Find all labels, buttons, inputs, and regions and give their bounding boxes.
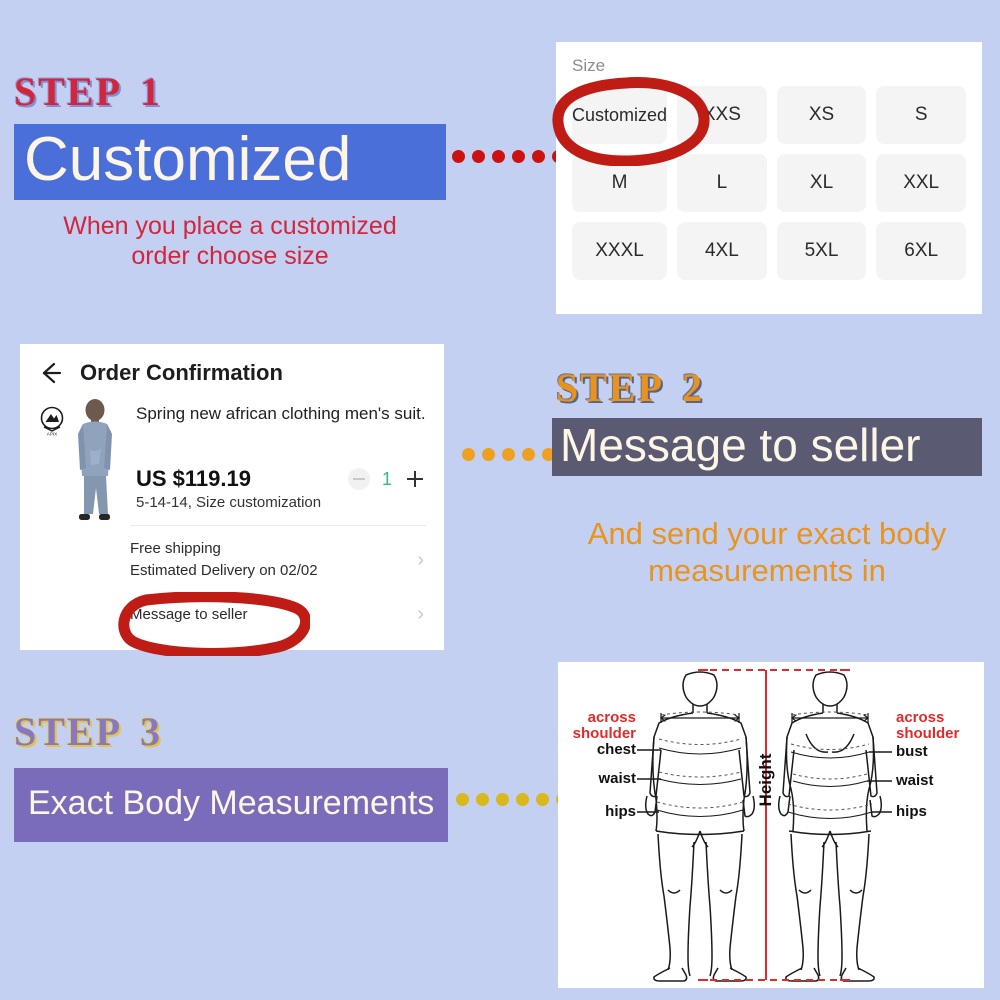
order-card-title: Order Confirmation bbox=[80, 360, 283, 385]
order-confirmation-card: Order Confirmation APIX Spring new afric… bbox=[20, 344, 444, 650]
step-1-banner: Customized bbox=[14, 124, 446, 200]
shipping-line-1: Free shipping bbox=[130, 540, 221, 557]
label-left-hips: hips bbox=[605, 803, 636, 820]
step-3-banner-text: Exact Body Measurements bbox=[28, 783, 435, 822]
back-arrow-icon[interactable] bbox=[38, 360, 64, 386]
svg-text:APIX: APIX bbox=[47, 432, 57, 437]
step-3-heading: STEP 3 bbox=[14, 712, 162, 752]
connector-dots-step-3 bbox=[456, 793, 569, 806]
step-3-heading-word: STEP bbox=[14, 709, 123, 754]
size-option-customized[interactable]: Customized bbox=[572, 86, 668, 144]
product-variant: 5-14-14, Size customization bbox=[136, 494, 322, 511]
label-left-waist: waist bbox=[598, 770, 636, 787]
quantity-increase-button[interactable] bbox=[404, 468, 426, 490]
quantity-decrease-button[interactable] bbox=[347, 468, 370, 490]
label-left-chest: chest bbox=[596, 741, 636, 758]
step-2-banner: Message to seller bbox=[552, 418, 982, 476]
measurement-chart-panel: across shoulder chest waist hips across … bbox=[558, 662, 984, 988]
step-1-heading: STEP 1 bbox=[14, 72, 162, 112]
connector-dots-step-1 bbox=[452, 150, 565, 163]
quantity-stepper[interactable]: 1 bbox=[347, 468, 426, 490]
message-to-seller-row[interactable]: Message to seller › bbox=[20, 582, 444, 626]
size-option-4xl[interactable]: 4XL bbox=[677, 222, 767, 280]
step-1-heading-number: 1 bbox=[140, 69, 163, 114]
shipping-line-2: Estimated Delivery on 02/02 bbox=[130, 561, 318, 579]
step-1-heading-word: STEP bbox=[14, 69, 123, 114]
shipping-text: Free shipping Estimated Delivery on 02/0… bbox=[130, 538, 318, 582]
size-option-s[interactable]: S bbox=[876, 86, 966, 144]
step-1-banner-text: Customized bbox=[24, 124, 352, 194]
product-name: Spring new african clothing men's suit..… bbox=[136, 404, 426, 423]
size-option-m[interactable]: M bbox=[572, 154, 668, 212]
measurement-chart: across shoulder chest waist hips across … bbox=[558, 662, 984, 988]
step-3-heading-number: 3 bbox=[140, 709, 163, 754]
size-option-xl[interactable]: XL bbox=[776, 154, 867, 212]
step-2-heading-word: STEP bbox=[556, 365, 665, 410]
size-option-l[interactable]: L bbox=[677, 154, 767, 212]
step-1-caption: When you place a customized order choose… bbox=[63, 212, 397, 270]
size-selector-panel: Size Customized XXS XS S M L XL XXL XXXL… bbox=[556, 42, 982, 314]
product-price: US $119.19 bbox=[136, 466, 251, 491]
size-option-xs[interactable]: XS bbox=[776, 86, 867, 144]
size-option-grid: Customized XXS XS S M L XL XXL XXXL 4XL … bbox=[556, 76, 982, 296]
price-and-quantity-row: US $119.19 1 bbox=[136, 466, 426, 492]
order-product-info: Spring new african clothing men's suit..… bbox=[136, 398, 426, 511]
message-to-seller-label: Message to seller bbox=[130, 605, 248, 623]
step-2-banner-text: Message to seller bbox=[560, 419, 921, 471]
size-option-5xl[interactable]: 5XL bbox=[776, 222, 867, 280]
product-thumbnail-image[interactable] bbox=[66, 398, 124, 530]
label-height: Height bbox=[756, 753, 775, 807]
step-2-heading: STEP 2 bbox=[556, 368, 704, 408]
step-3-banner: Exact Body Measurements bbox=[14, 768, 448, 842]
size-panel-label: Size bbox=[572, 56, 606, 75]
size-option-xxl[interactable]: XXL bbox=[876, 154, 966, 212]
label-right-bust: bust bbox=[896, 743, 928, 760]
label-right-across-shoulder: across shoulder bbox=[896, 709, 960, 743]
label-left-across-shoulder: across shoulder bbox=[572, 709, 636, 743]
label-right-hips: hips bbox=[896, 803, 927, 820]
order-card-header: Order Confirmation bbox=[20, 344, 444, 386]
size-option-xxxl[interactable]: XXXL bbox=[572, 222, 668, 280]
order-card-body: APIX Spring new african clothing men's s… bbox=[20, 386, 444, 520]
size-option-6xl[interactable]: 6XL bbox=[876, 222, 966, 280]
size-option-xxs[interactable]: XXS bbox=[677, 86, 767, 144]
label-right-waist: waist bbox=[896, 772, 934, 789]
infographic-canvas: STEP 1 Customized When you place a custom… bbox=[0, 0, 1000, 1000]
order-thumbnail-wrap: APIX bbox=[38, 398, 124, 520]
shipping-row[interactable]: Free shipping Estimated Delivery on 02/0… bbox=[20, 526, 444, 582]
chevron-right-icon-shipping: › bbox=[417, 548, 424, 571]
quantity-value: 1 bbox=[381, 468, 392, 489]
chevron-right-icon-message: › bbox=[417, 603, 424, 626]
apix-brand-logo-icon: APIX bbox=[40, 406, 64, 437]
step-2-heading-number: 2 bbox=[682, 365, 705, 410]
step-2-caption: And send your exact body measurements in bbox=[587, 516, 947, 588]
